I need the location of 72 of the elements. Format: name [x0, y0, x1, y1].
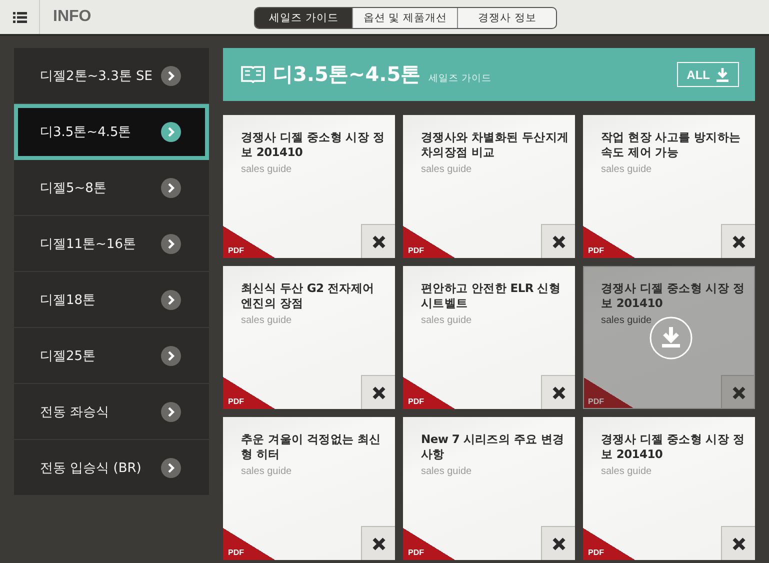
delete-button[interactable]: [361, 224, 395, 258]
card-title: 편안하고 안전한 ELR 신형 시트벨트: [421, 281, 562, 311]
chevron-icon: [161, 402, 181, 422]
tab[interactable]: 옵션 및 제품개선: [353, 8, 458, 28]
delete-button[interactable]: [361, 526, 395, 560]
card-subtitle: sales guide: [241, 466, 293, 477]
card-subtitle: sales guide: [601, 164, 653, 175]
close-icon: [732, 234, 746, 248]
card-title: 최신식 두산 G2 전자제어 엔진의 장점: [241, 281, 376, 311]
close-icon: [372, 536, 386, 550]
card-subtitle: sales guide: [601, 466, 653, 477]
chevron-icon: [161, 458, 181, 478]
pdf-label: PDF: [408, 397, 424, 406]
close-icon: [372, 386, 386, 400]
card-title: New 7 시리즈의 주요 변경 사항: [421, 432, 566, 462]
chevron-icon: [161, 122, 181, 142]
close-icon: [372, 234, 386, 248]
card-title: 경쟁사 디젤 중소형 시장 정보 201410: [601, 281, 746, 311]
chevron-icon: [161, 178, 181, 198]
pdf-label: PDF: [228, 246, 244, 255]
pdf-label: PDF: [408, 548, 424, 557]
card-subtitle: sales guide: [421, 315, 473, 326]
document-card[interactable]: 편안하고 안전한 ELR 신형 시트벨트 sales guide PDF: [403, 266, 575, 409]
delete-button[interactable]: [541, 224, 575, 258]
chevron-icon: [161, 290, 181, 310]
card-title: 추운 겨울이 걱정없는 최신형 히터: [241, 432, 382, 462]
card-subtitle: sales guide: [241, 315, 293, 326]
pdf-label: PDF: [588, 246, 604, 255]
tab[interactable]: 경쟁사 정보: [458, 8, 556, 28]
document-card[interactable]: 경쟁사 디젤 중소형 시장 정보 201410 sales guide PDF: [223, 115, 395, 258]
card-title: 작업 현장 사고를 방지하는 속도 제어 가능: [601, 130, 742, 160]
delete-button[interactable]: [721, 375, 755, 409]
card-subtitle: sales guide: [421, 466, 473, 477]
delete-button[interactable]: [541, 526, 575, 560]
card-subtitle: sales guide: [421, 164, 473, 175]
card-title: 경쟁사와 차별화된 두산지게차의장점 비교: [421, 130, 569, 160]
document-card[interactable]: 추운 겨울이 걱정없는 최신형 히터 sales guide PDF: [223, 417, 395, 560]
chevron-icon: [161, 346, 181, 366]
card-subtitle: sales guide: [241, 164, 293, 175]
close-icon: [552, 234, 566, 248]
document-card[interactable]: New 7 시리즈의 주요 변경 사항 sales guide PDF: [403, 417, 575, 560]
delete-button[interactable]: [721, 224, 755, 258]
document-card[interactable]: 경쟁사와 차별화된 두산지게차의장점 비교 sales guide PDF: [403, 115, 575, 258]
chevron-icon: [161, 66, 181, 86]
card-subtitle: sales guide: [601, 315, 653, 326]
chevron-icon: [161, 234, 181, 254]
delete-button[interactable]: [361, 375, 395, 409]
card-title: 경쟁사 디젤 중소형 시장 정보 201410: [241, 130, 386, 160]
close-icon: [552, 386, 566, 400]
pdf-label: PDF: [408, 246, 424, 255]
section-title: 디3.5톤~4.5톤: [273, 61, 421, 88]
download-icon: [716, 68, 729, 82]
menu-icon: [12, 12, 26, 22]
book-icon: [241, 66, 265, 84]
close-icon: [732, 386, 746, 400]
pdf-label: PDF: [588, 548, 604, 557]
delete-button[interactable]: [721, 526, 755, 560]
close-icon: [732, 536, 746, 550]
page-title: INFO: [53, 8, 92, 26]
document-card[interactable]: 경쟁사 디젤 중소형 시장 정보 201410 sales guide PDF: [583, 266, 755, 409]
close-icon: [552, 536, 566, 550]
document-card[interactable]: 작업 현장 사고를 방지하는 속도 제어 가능 sales guide PDF: [583, 115, 755, 258]
pdf-label: PDF: [228, 397, 244, 406]
sidebar-item[interactable]: 디3.5톤~4.5톤: [14, 104, 209, 160]
delete-button[interactable]: [541, 375, 575, 409]
document-card[interactable]: 최신식 두산 G2 전자제어 엔진의 장점 sales guide PDF: [223, 266, 395, 409]
pdf-label: PDF: [588, 397, 604, 406]
section-subtitle: 세일즈 가이드: [428, 72, 492, 85]
tab[interactable]: 세일즈 가이드: [255, 8, 354, 28]
card-title: 경쟁사 디젤 중소형 시장 정보 201410: [601, 432, 746, 462]
document-card[interactable]: 경쟁사 디젤 중소형 시장 정보 201410 sales guide PDF: [583, 417, 755, 560]
pdf-label: PDF: [228, 548, 244, 557]
